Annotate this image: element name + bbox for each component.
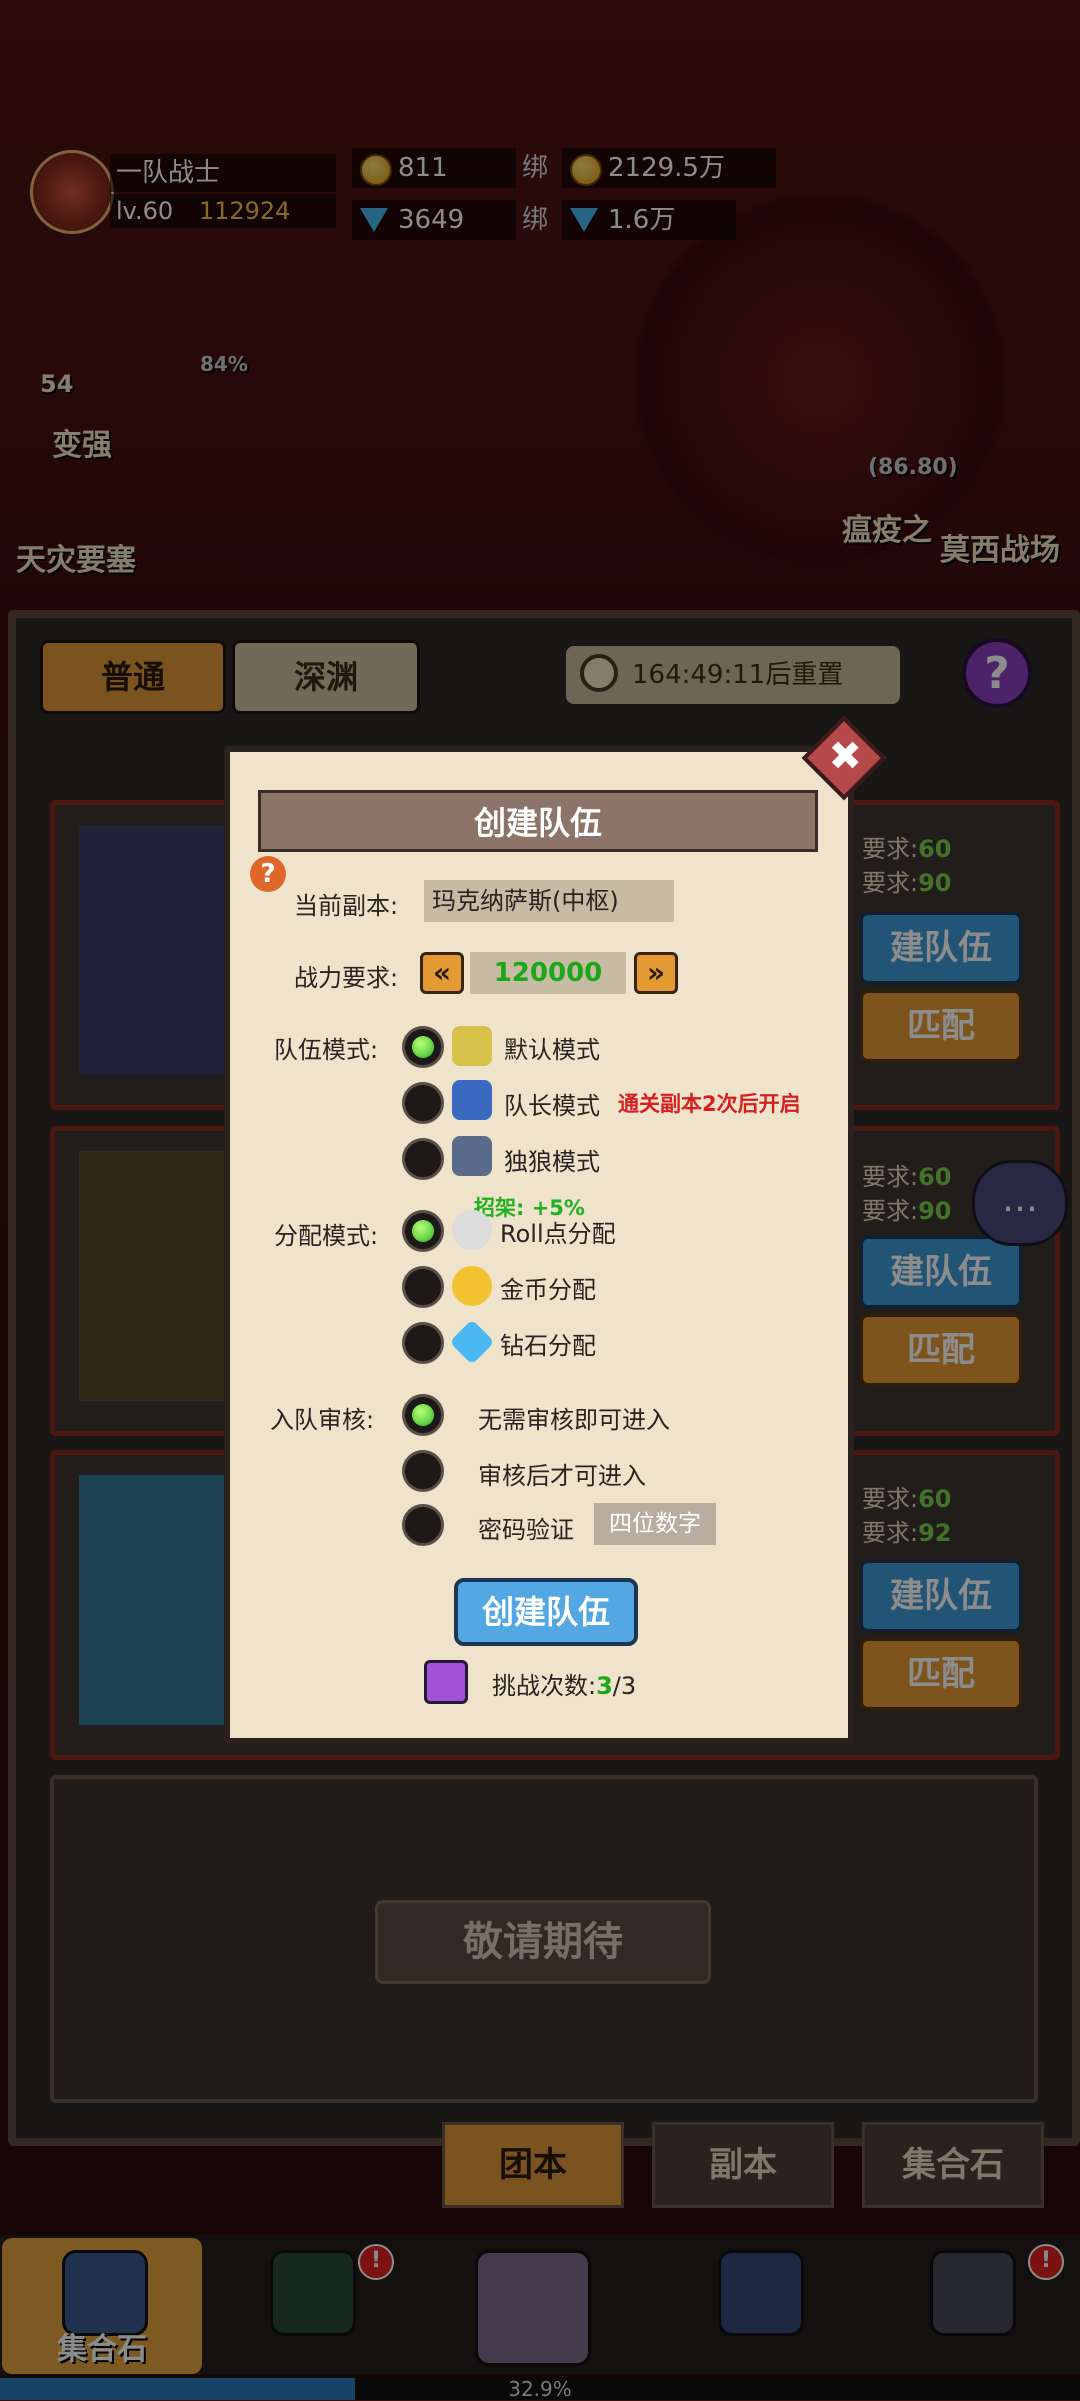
dice-icon [452, 1210, 492, 1250]
dialog-title: 创建队伍 [258, 790, 818, 852]
decrease-power-button[interactable]: « [420, 952, 464, 994]
leader-mode-unlock-note: 通关副本2次后开启 [618, 1092, 801, 1116]
distribution-gold-radio[interactable] [402, 1266, 444, 1308]
challenge-count: 挑战次数:3/3 [492, 1666, 636, 1701]
team-mode-leader-label: 队长模式 [504, 1092, 600, 1120]
distribution-roll-label: Roll点分配 [500, 1220, 616, 1248]
current-dungeon-value: 玛克纳萨斯(中枢) [424, 880, 674, 922]
power-requirement-label: 战力要求: [294, 964, 399, 992]
team-mode-lonewolf-radio[interactable] [402, 1138, 444, 1180]
team-mode-default-label: 默认模式 [504, 1036, 600, 1064]
challenge-count-label: 挑战次数: [492, 1672, 597, 1700]
review-none-label: 无需审核即可进入 [478, 1406, 670, 1434]
distribution-roll-radio[interactable] [402, 1210, 444, 1252]
info-icon[interactable]: ? [250, 856, 286, 892]
distribution-gold-label: 金币分配 [500, 1276, 596, 1304]
power-requirement-value: 120000 [470, 952, 626, 994]
distribution-diamond-radio[interactable] [402, 1322, 444, 1364]
review-label: 入队审核: [270, 1406, 375, 1434]
create-team-confirm-button[interactable]: 创建队伍 [454, 1578, 638, 1646]
increase-power-button[interactable]: » [634, 952, 678, 994]
wolf-icon [452, 1136, 492, 1176]
review-password-label: 密码验证 [478, 1516, 574, 1544]
challenge-ticket-icon [424, 1660, 468, 1704]
distribution-diamond-label: 钻石分配 [500, 1332, 596, 1360]
distribution-mode-label: 分配模式: [274, 1222, 379, 1250]
close-icon: ✖ [828, 733, 863, 780]
current-dungeon-label: 当前副本: [294, 892, 399, 920]
challenge-count-total: /3 [612, 1672, 637, 1700]
team-mode-default-radio[interactable] [402, 1026, 444, 1068]
leader-flag-icon [452, 1080, 492, 1120]
review-password-radio[interactable] [402, 1504, 444, 1546]
review-none-radio[interactable] [402, 1394, 444, 1436]
review-approval-label: 审核后才可进入 [478, 1462, 646, 1490]
password-input[interactable]: 四位数字 [594, 1503, 716, 1545]
team-mode-lonewolf-label: 独狼模式 [504, 1148, 600, 1176]
team-mode-leader-radio[interactable] [402, 1082, 444, 1124]
group-icon [452, 1026, 492, 1066]
team-mode-label: 队伍模式: [274, 1036, 379, 1064]
challenge-count-current: 3 [596, 1672, 613, 1700]
review-approval-radio[interactable] [402, 1450, 444, 1492]
gold-coin-icon [452, 1266, 492, 1306]
